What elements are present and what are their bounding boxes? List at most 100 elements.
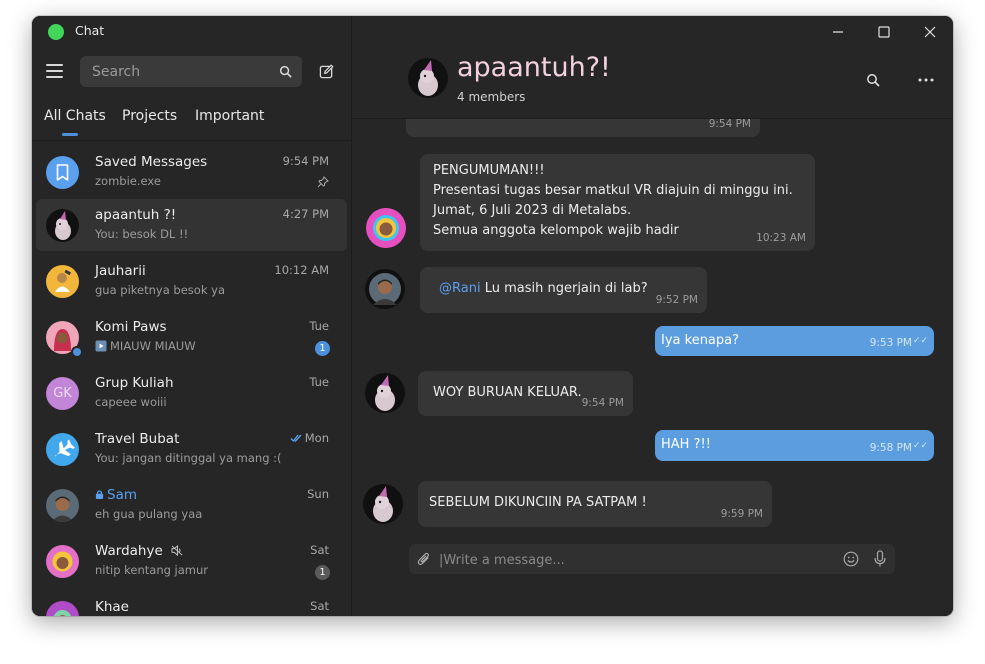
chat-name: Travel Bubat [95,431,180,447]
chat-name-text: Sam [107,487,137,503]
chat-time: Sat [310,599,329,613]
conversation-title: apaantuh?! [457,52,611,83]
message-body: Lu masih ngerjain di lab? [484,281,648,296]
chat-time: Tue [309,375,329,389]
chat-time: Tue [309,319,329,333]
outgoing-message-bubble[interactable]: Iya kenapa? 9:53 PM ✓✓ [655,326,934,356]
message-input[interactable] [437,549,821,571]
chat-preview: eh gua pulang yaa [95,507,203,521]
message-time: 9:54 PM [581,397,624,409]
chat-item-apaantuh[interactable]: apaantuh ?! You: besok DL !! 4:27 PM [36,199,347,251]
microphone-icon[interactable] [873,550,887,568]
conversation-header[interactable]: apaantuh?! 4 members [352,48,953,119]
message-text: Iya kenapa? [661,333,740,348]
message-text: HAH ?!! [661,437,711,452]
online-indicator [71,346,83,358]
search-box [80,56,302,87]
chat-preview: You: jangan ditinggal ya mang :( [95,451,282,465]
chat-item-khae[interactable]: Khae Sat [36,591,347,616]
search-icon[interactable] [279,65,292,78]
chat-preview: nitip kentang jamur [95,563,209,577]
search-input[interactable] [90,61,274,83]
compose-icon[interactable] [319,64,334,79]
chat-name: Khae [95,599,129,615]
sender-avatar[interactable] [365,269,405,309]
maximize-icon[interactable] [876,24,892,40]
user-mention[interactable]: @Rani [439,281,481,296]
message-bubble[interactable]: WOY BURUAN KELUAR. 9:54 PM [418,371,633,416]
chat-name: Komi Paws [95,319,167,335]
tab-all-chats[interactable]: All Chats [44,108,106,124]
avatar [46,601,79,616]
emoji-icon[interactable] [843,551,859,567]
menu-icon[interactable] [46,64,64,78]
chat-item-wardahye[interactable]: Wardahye nitip kentang jamur Sat 1 [36,535,347,587]
avatar [46,265,79,298]
message-bubble[interactable]: @Rani Lu masih ngerjain di lab? 9:52 PM [420,267,707,313]
avatar-initials: GK [46,377,79,410]
chat-preview-text: MIAUW MIAUW [110,339,196,353]
chat-preview: capeee woiii [95,395,167,409]
lock-icon [95,490,104,499]
message-line: Jumat, 6 Juli 2023 di Metalabs. [433,203,632,218]
chat-filter-tabs: All Chats Projects Important [32,104,351,140]
message-time: 9:53 PM [869,337,912,349]
chat-time: Sun [307,487,329,501]
chat-item-jauharii[interactable]: Jauharii gua piketnya besok ya 10:12 AM [36,255,347,307]
search-icon[interactable] [866,73,880,87]
app-title: Chat [75,23,105,38]
divider [32,140,351,141]
message-bubble[interactable]: SEBELUM DIKUNCIIN PA SATPAM ! 9:59 PM [418,481,772,527]
title-bar: Chat [32,16,351,48]
chat-preview: zombie.exe [95,174,161,188]
chat-time: 4:27 PM [282,207,329,221]
chat-item-sam[interactable]: Sam eh gua pulang yaa Sun [36,479,347,531]
avatar [46,489,79,522]
chat-preview: You: besok DL !! [95,227,189,241]
sender-avatar[interactable] [365,373,405,413]
message-bubble[interactable]: 9:54 PM [406,119,760,137]
tab-projects[interactable]: Projects [122,108,177,124]
sent-checkmark-icon: ✓✓ [912,336,928,346]
chat-list: Saved Messages zombie.exe 9:54 PM apaant… [32,143,351,616]
sender-avatar[interactable] [366,208,406,248]
message-line: Presentasi tugas besar matkul VR diajuin… [433,183,793,198]
sent-checkmark-icon: ✓✓ [912,441,928,451]
sender-avatar[interactable] [363,484,403,524]
message-bubble[interactable]: PENGUMUMAN!!! Presentasi tugas besar mat… [420,154,815,251]
chat-time: 9:54 PM [282,154,329,168]
more-options-icon[interactable] [918,78,934,82]
message-time: 9:54 PM [708,119,751,130]
chat-name: apaantuh ?! [95,207,177,223]
chat-item-saved-messages[interactable]: Saved Messages zombie.exe 9:54 PM [36,146,347,198]
message-time: 9:58 PM [869,442,912,454]
chat-item-komi-paws[interactable]: Komi Paws MIAUW MIAUW Tue 1 [36,311,347,363]
chat-name: Sam [95,487,137,503]
pin-icon [317,176,329,188]
close-icon[interactable] [922,24,938,40]
avatar [46,209,79,242]
message-time: 10:23 AM [756,232,806,244]
unread-badge: 1 [315,565,330,580]
message-text: SEBELUM DIKUNCIIN PA SATPAM ! [429,495,647,510]
chat-item-travel-bubat[interactable]: Travel Bubat You: jangan ditinggal ya ma… [36,423,347,475]
unread-badge: 1 [315,341,330,356]
conversation-panel: apaantuh?! 4 members 9:54 PM PENGUMUMAN!… [352,16,953,616]
active-tab-indicator [62,133,78,136]
message-composer [409,544,895,574]
chat-name: Grup Kuliah [95,375,174,391]
minimize-icon[interactable] [830,24,846,40]
chat-name: Wardahye [95,543,184,559]
chat-item-grup-kuliah[interactable]: GK Grup Kuliah capeee woiii Tue [36,367,347,419]
attachment-icon[interactable] [417,551,431,567]
group-avatar[interactable] [408,58,448,98]
chat-name-text: Wardahye [95,543,163,559]
avatar [46,545,79,578]
chat-preview: MIAUW MIAUW [95,339,196,353]
chat-window: Chat All Chats Projects Important [32,16,953,616]
sidebar: Chat All Chats Projects Important [32,16,352,616]
outgoing-message-bubble[interactable]: HAH ?!! 9:58 PM ✓✓ [655,430,934,461]
bookmark-icon [46,156,79,189]
tab-important[interactable]: Important [195,108,264,124]
message-time: 9:52 PM [655,294,698,306]
